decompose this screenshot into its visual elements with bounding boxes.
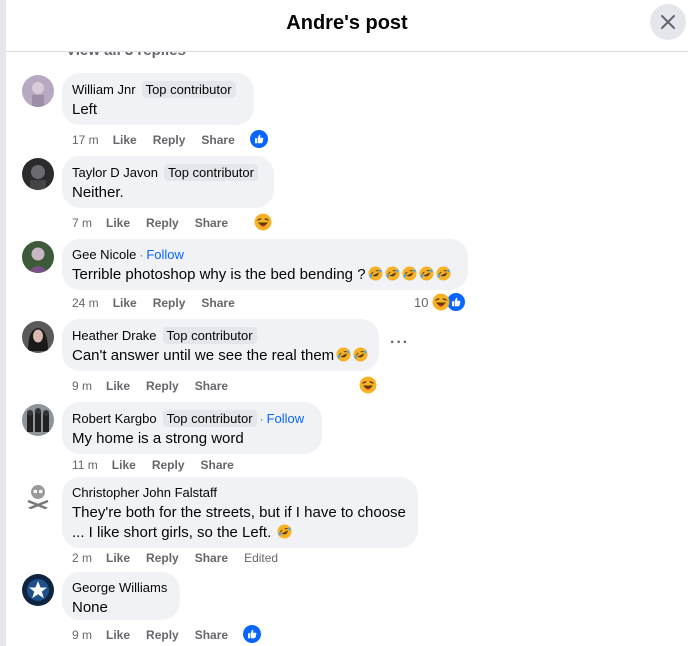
reply-button[interactable]: Reply [146,551,179,565]
like-icon[interactable] [250,130,268,148]
comment-time[interactable]: 24 m [72,296,99,310]
comment-bubble: Heather Drake Top contributor Can't answ… [62,319,379,371]
share-button[interactable]: Share [195,379,228,393]
haha-icon[interactable] [359,376,377,394]
avatar[interactable] [22,321,54,353]
reaction-count[interactable]: 10 [414,295,428,310]
author-name[interactable]: William Jnr [72,82,136,98]
like-button[interactable]: Like [106,628,130,642]
edited-label: Edited [244,551,279,565]
haha-icon[interactable] [432,293,450,311]
avatar[interactable] [22,479,54,511]
comment-time[interactable]: 9 m [72,379,92,393]
comment-text: Left [72,101,98,118]
share-button[interactable]: Share [195,551,228,565]
rofl-emoji-icon [353,347,368,362]
more-options-icon[interactable]: ··· [390,334,409,352]
author-name[interactable]: Gee Nicole [72,247,136,263]
author-name[interactable]: Taylor D Javon [72,165,158,181]
rofl-emoji-icon [385,266,400,281]
haha-icon[interactable] [254,213,272,231]
dialog-title: Andre's post [286,12,408,34]
like-button[interactable]: Like [106,551,130,565]
comment-text-line-2: ... I like short girls, so the Left. [72,523,408,542]
reply-button[interactable]: Reply [153,296,186,310]
top-contributor-badge: Top contributor [163,164,258,181]
comment-bubble: Gee Nicole · Follow Terrible photoshop w… [62,239,468,290]
avatar[interactable] [22,158,54,190]
top-contributor-badge: Top contributor [162,410,257,427]
comment-bubble: Christopher John Falstaff They're both f… [62,477,418,548]
avatar[interactable] [22,404,54,436]
top-contributor-badge: Top contributor [162,327,257,344]
like-icon[interactable] [243,625,261,643]
reply-button[interactable]: Reply [146,628,179,642]
rofl-emoji-icon [419,266,434,281]
avatar[interactable] [22,574,54,606]
like-button[interactable]: Like [106,216,130,230]
avatar[interactable] [22,241,54,273]
rofl-emoji-icon [436,266,451,281]
comment-bubble: George Williams None [62,572,180,620]
comment-time[interactable]: 17 m [72,133,99,147]
like-button[interactable]: Like [112,458,136,472]
dialog-header: Andre's post [6,0,688,52]
avatar[interactable] [22,75,54,107]
reply-button[interactable]: Reply [146,379,179,393]
rofl-emoji-icon [402,266,417,281]
comment-bubble: Taylor D Javon Top contributor Neither. [62,156,274,208]
like-button[interactable]: Like [113,133,137,147]
close-icon [661,15,675,29]
author-name[interactable]: George Williams [72,580,167,596]
comment-text: Neither. [72,184,124,201]
reply-button[interactable]: Reply [152,458,185,472]
share-button[interactable]: Share [195,216,228,230]
top-contributor-badge: Top contributor [141,81,236,98]
reply-button[interactable]: Reply [153,133,186,147]
comment-bubble: Robert Kargbo Top contributor · Follow M… [62,402,322,454]
comment-time[interactable]: 9 m [72,628,92,642]
like-button[interactable]: Like [106,379,130,393]
comment-text: Can't answer until we see the real them [72,346,369,365]
comment-time[interactable]: 11 m [72,458,98,472]
comment-text: Terrible photoshop why is the bed bendin… [72,265,458,284]
comment-text-line-1: They're both for the streets, but if I h… [72,504,406,521]
share-button[interactable]: Share [201,458,234,472]
share-button[interactable]: Share [201,296,234,310]
author-name[interactable]: Christopher John Falstaff [72,485,217,501]
rofl-emoji-icon [277,524,292,539]
comment-time[interactable]: 7 m [72,216,92,230]
share-button[interactable]: Share [195,628,228,642]
author-name[interactable]: Robert Kargbo [72,411,157,427]
rofl-emoji-icon [336,347,351,362]
comment-text: My home is a strong word [72,430,244,447]
share-button[interactable]: Share [201,133,234,147]
follow-link[interactable]: Follow [267,411,305,427]
author-name[interactable]: Heather Drake [72,328,157,344]
comment-time[interactable]: 2 m [72,551,92,565]
reply-button[interactable]: Reply [146,216,179,230]
comment-bubble: William Jnr Top contributor Left [62,73,254,125]
comment-text: None [72,599,108,616]
close-button[interactable] [650,4,686,40]
rofl-emoji-icon [368,266,383,281]
left-edge [0,0,6,646]
follow-link[interactable]: Follow [146,247,184,263]
like-button[interactable]: Like [113,296,137,310]
